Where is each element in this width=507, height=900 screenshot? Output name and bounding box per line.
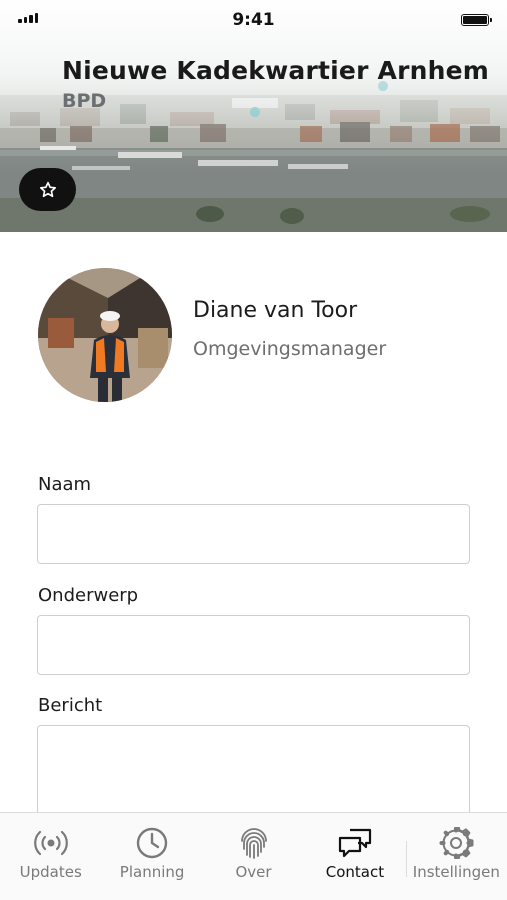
name-label: Naam [38, 474, 92, 495]
star-icon [39, 181, 56, 197]
battery-icon [461, 14, 492, 26]
tab-instellingen[interactable]: Instellingen [405, 813, 507, 900]
tab-bar: Updates Planning Over Contact Instelling… [0, 812, 507, 900]
avatar-photo [38, 268, 172, 402]
project-header: 9:41 Nieuwe Kadekwartier Arnhem BPD [0, 0, 507, 232]
status-bar: 9:41 [0, 0, 507, 40]
tab-planning[interactable]: Planning [101, 813, 202, 900]
avatar [38, 268, 172, 402]
subject-label: Onderwerp [38, 585, 139, 606]
name-input[interactable] [37, 504, 470, 564]
fingerprint-icon [240, 828, 267, 859]
project-organization: BPD [62, 90, 107, 112]
contact-name: Diane van Toor [193, 298, 358, 323]
subject-input[interactable] [37, 615, 470, 675]
chat-bubbles-icon [338, 828, 372, 858]
gear-icon [439, 827, 474, 859]
contact-role: Omgevingsmanager [193, 338, 387, 360]
status-time: 9:41 [232, 10, 275, 30]
tab-updates-label: Updates [19, 863, 82, 881]
broadcast-icon [33, 830, 68, 856]
tab-updates[interactable]: Updates [0, 813, 101, 900]
message-label: Bericht [38, 695, 103, 716]
tab-contact[interactable]: Contact [304, 813, 405, 900]
tab-over-label: Over [235, 863, 272, 881]
clock-icon [136, 827, 168, 859]
tab-contact-label: Contact [325, 863, 385, 881]
project-title: Nieuwe Kadekwartier Arnhem [62, 56, 490, 85]
tab-instellingen-label: Instellingen [412, 863, 500, 881]
tab-divider [405, 841, 407, 877]
favorite-button[interactable] [19, 168, 76, 211]
tab-planning-label: Planning [119, 863, 185, 881]
tab-over[interactable]: Over [203, 813, 304, 900]
